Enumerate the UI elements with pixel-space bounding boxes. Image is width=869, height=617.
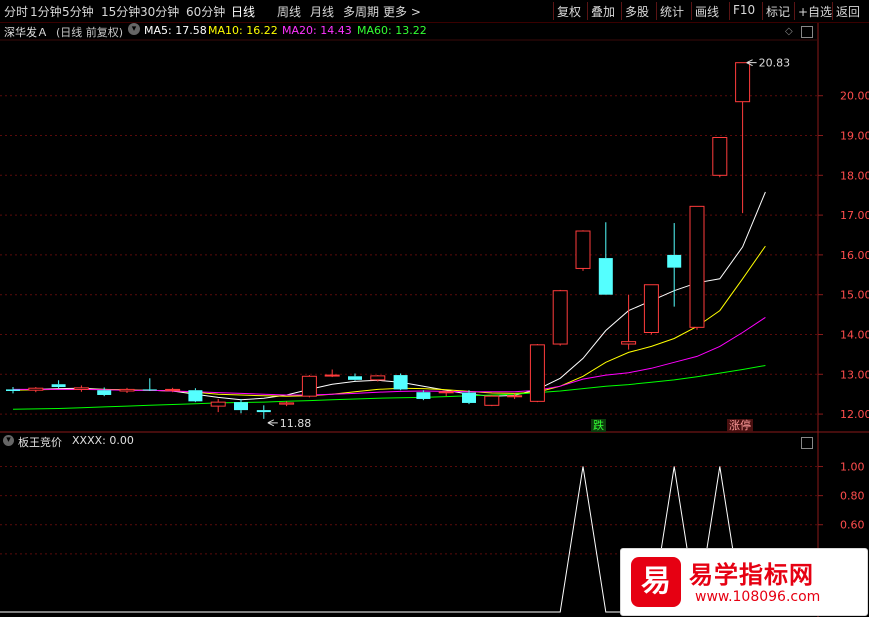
y-tick-label: 1.00 xyxy=(840,461,865,474)
candle-body xyxy=(484,395,500,406)
low-price-marker: 11.88 xyxy=(280,417,312,430)
ma60-line xyxy=(12,365,766,410)
y-tick-label: 15.00 xyxy=(840,289,869,302)
candle-body xyxy=(188,390,203,402)
y-tick-label: 16.00 xyxy=(840,249,869,262)
candle-body xyxy=(6,389,20,391)
candle-body xyxy=(462,392,476,403)
candle-body xyxy=(370,375,386,381)
y-tick-label: 0.80 xyxy=(840,490,865,503)
candle-body xyxy=(552,290,568,345)
site-logo: 易 xyxy=(631,557,681,607)
candle-body xyxy=(234,402,248,411)
candle-body xyxy=(621,341,637,345)
candle-body xyxy=(575,230,591,269)
candle-body xyxy=(438,391,454,394)
candle-body xyxy=(97,390,112,395)
candle-body xyxy=(165,388,181,391)
candle-body xyxy=(301,375,317,397)
y-tick-label: 17.00 xyxy=(840,209,869,222)
candle-body xyxy=(712,137,728,176)
kline-chart[interactable]: 12.00 13.00 14.00 15.00 16.00 17.00 18.00 19.00… xyxy=(0,0,869,617)
candle-body xyxy=(643,284,659,334)
candle-body xyxy=(735,62,751,103)
candle-body xyxy=(667,254,682,268)
candle-body xyxy=(689,205,705,328)
candle-body xyxy=(256,410,271,413)
high-price-marker: 20.83 xyxy=(759,57,791,70)
candle-body xyxy=(324,374,340,377)
candle-body xyxy=(598,258,613,295)
candle-body xyxy=(28,387,44,391)
y-tick-label: 20.00 xyxy=(840,90,869,103)
y-tick-label: 18.00 xyxy=(840,169,869,182)
candle-body xyxy=(119,388,135,392)
candle-body xyxy=(73,387,89,390)
signal-label-limit-up: 涨停 xyxy=(727,419,753,432)
candle-body xyxy=(393,375,408,390)
candle-body xyxy=(416,392,431,399)
candle-body xyxy=(529,344,545,402)
y-tick-label: 19.00 xyxy=(840,130,869,143)
y-tick-label: 13.00 xyxy=(840,368,869,381)
y-tick-label: 12.00 xyxy=(840,408,869,421)
candle-body xyxy=(210,401,226,407)
candle-body xyxy=(507,395,523,398)
site-url: www.108096.com xyxy=(695,589,821,605)
y-tick-label: 0.60 xyxy=(840,519,865,532)
site-title: 易学指标网 xyxy=(689,561,814,589)
candle-body xyxy=(279,402,295,405)
signal-label-fall: 跌 xyxy=(591,419,606,432)
candle-body xyxy=(142,389,157,391)
candle-body xyxy=(51,384,66,388)
candle-body xyxy=(348,376,362,380)
site-watermark: 易 易学指标网 www.108096.com xyxy=(620,548,868,616)
y-tick-label: 14.00 xyxy=(840,328,869,341)
low-arrow-icon xyxy=(267,419,278,427)
